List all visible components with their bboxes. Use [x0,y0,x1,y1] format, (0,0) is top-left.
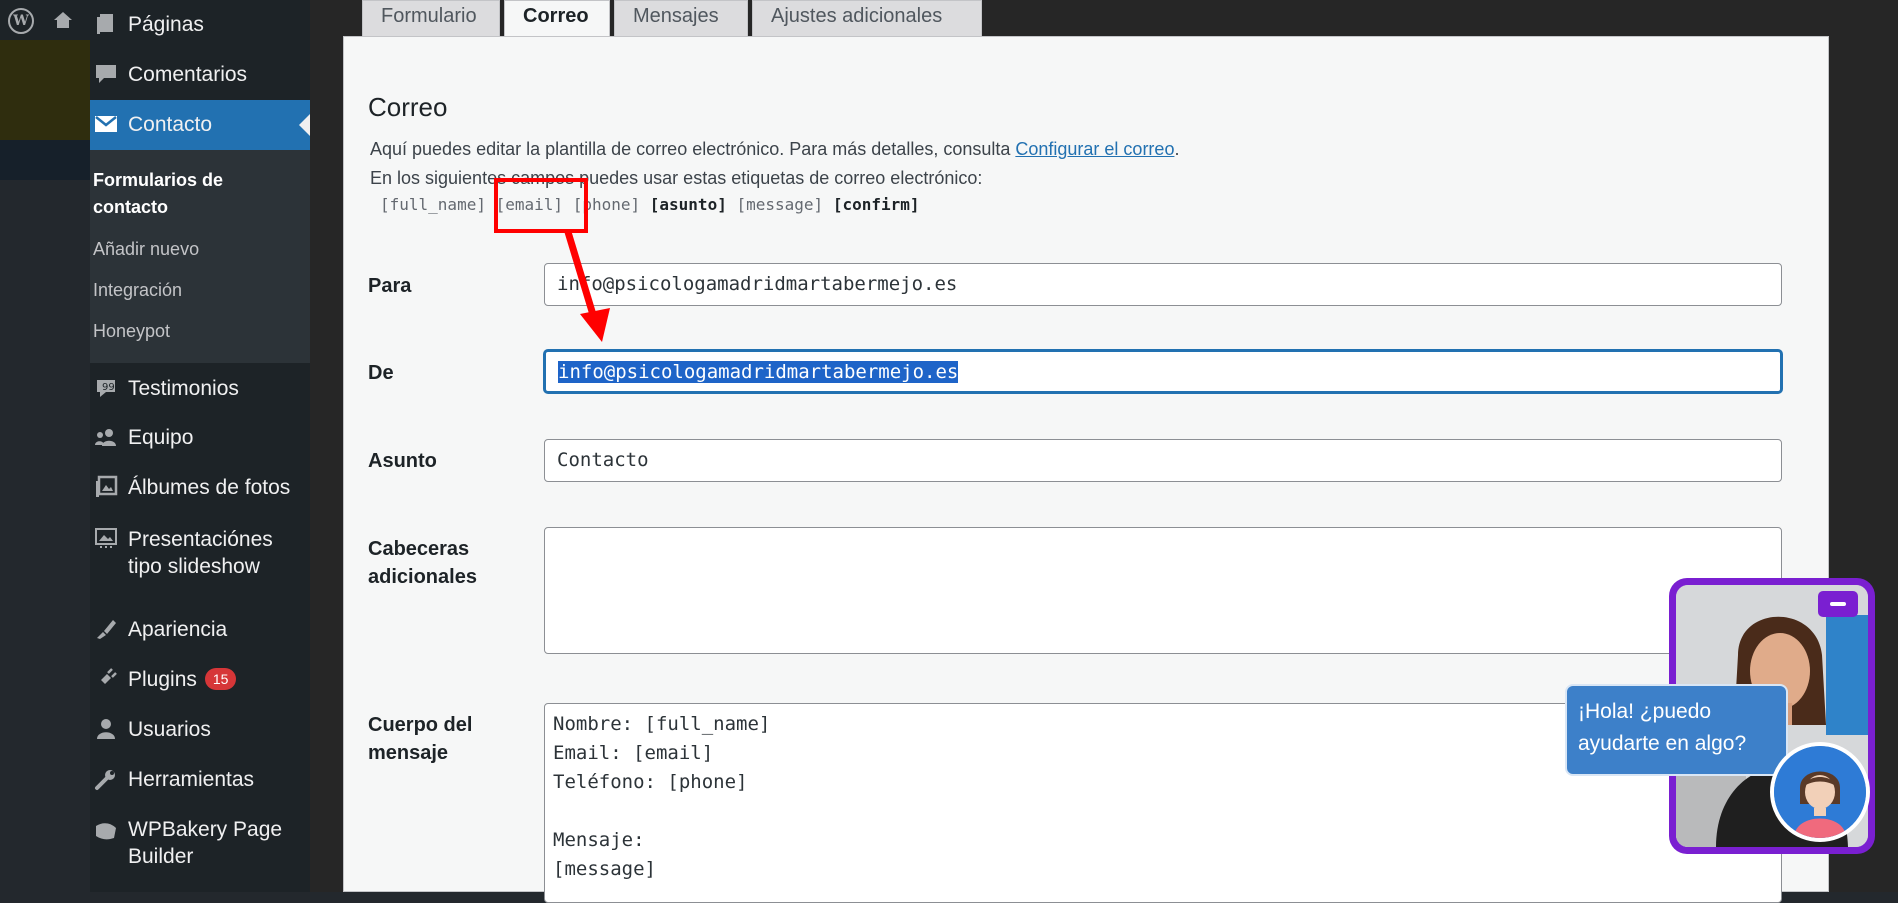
sidebar-item-contacto[interactable]: Contacto [90,100,310,150]
submenu-label: Formularios de [93,170,224,190]
slideshow-icon [95,528,117,548]
label-line: Cuerpo del [368,714,473,736]
submenu-label: contacto [93,197,169,217]
tab-ajustes-adicionales[interactable]: Ajustes adicionales (1) [752,0,982,57]
panel-title: Correo [368,92,448,122]
sidebar-item-label: Usuarios [128,718,211,741]
tag-confirm: [confirm] [832,195,920,214]
sidebar-item-plugins[interactable]: Plugins 15 [90,655,310,705]
label-line: mensaje [368,742,449,764]
svg-text:99: 99 [102,382,115,393]
submenu-integracion[interactable]: Integración [93,277,182,304]
sidebar-item-testimonios[interactable]: 99 Testimonios [90,364,310,414]
para-input[interactable]: info@psicologamadridmartabermejo.es [544,263,1782,306]
home-icon[interactable] [52,10,74,30]
submenu-anadir-nuevo[interactable]: Añadir nuevo [93,236,199,263]
sidebar-item-label: Páginas [128,13,204,36]
sidebar-item-wpbakery[interactable]: WPBakery Page Builder [90,810,310,880]
wordpress-logo-icon[interactable]: W [8,8,34,34]
mail-icon [95,116,117,132]
tab-mensajes[interactable]: Mensajes [614,0,748,38]
de-label: De [368,362,394,384]
cabeceras-label: Cabeceras adicionales [368,535,477,591]
tag-message: [message] [736,195,824,214]
configurar-correo-link[interactable]: Configurar el correo [1015,139,1174,159]
sidebar-item-label: Equipo [128,426,194,449]
label-line: Cabeceras [368,538,470,560]
asunto-label: Asunto [368,450,437,472]
sidebar-item-equipo[interactable]: Equipo [90,413,310,463]
sidebar-item-label: Testimonios [128,377,239,400]
sidebar-item-label: WPBakery Page Builder [128,816,282,870]
description-text: Aquí puedes editar la plantilla de corre… [370,139,1016,159]
sidebar-item-label: Presentaciónes tipo slideshow [128,526,273,580]
label-line: Presentaciónes [128,528,273,551]
sidebar-item-apariencia[interactable]: Apariencia [90,605,310,655]
mail-tags: [full_name] [email] [phone] [asunto] [me… [380,195,920,214]
chat-greeting-bubble[interactable]: ¡Hola! ¿puedo ayudarte en algo? [1565,684,1788,776]
tag-asunto: [asunto] [649,195,727,214]
sidebar-item-herramientas[interactable]: Herramientas [90,755,310,805]
de-input[interactable]: info@psicologamadridmartabermejo.es [544,350,1782,393]
wrench-icon [95,770,115,790]
minimize-button[interactable] [1818,591,1858,617]
sidebar-item-label: Comentarios [128,63,248,86]
sidebar-item-paginas[interactable]: Páginas [90,0,310,50]
tag-full-name: [full_name] [380,195,486,214]
comments-icon [96,65,116,83]
tab-correo[interactable]: Correo [504,0,610,39]
pages-icon [97,14,113,34]
admin-sidebar: Páginas Comentarios Contacto Formularios… [90,0,310,892]
wpbakery-icon [96,823,116,840]
plugin-icon [98,668,117,687]
photo-album-icon [96,475,118,497]
contacto-submenu: Formularios de contacto Añadir nuevo Int… [90,150,310,363]
description-text: . [1174,139,1180,159]
cabeceras-textarea[interactable] [544,527,1782,654]
mail-tags-intro: En los siguientes campos puedes usar est… [370,168,983,188]
sidebar-item-label: Álbumes de fotos [128,476,291,499]
submenu-formularios[interactable]: Formularios de contacto [93,167,223,221]
label-line: WPBakery Page [128,818,283,841]
selected-text: info@psicologamadridmartabermejo.es [558,361,959,383]
brush-icon [97,620,116,639]
quote-icon: 99 [97,380,115,397]
sidebar-item-label: Apariencia [128,618,228,641]
submenu-honeypot[interactable]: Honeypot [93,318,170,345]
sidebar-item-label: Plugins 15 [128,667,237,693]
team-icon [95,429,116,446]
update-count-badge: 15 [204,668,237,690]
label-line: Builder [128,845,194,868]
sidebar-item-albumes[interactable]: Álbumes de fotos [90,463,310,513]
label-line: adicionales [368,566,477,588]
sidebar-item-comentarios[interactable]: Comentarios [90,50,310,100]
label-line: tipo slideshow [128,555,260,578]
asunto-input[interactable]: Contacto [544,439,1782,482]
cuerpo-label: Cuerpo del mensaje [368,711,472,767]
sidebar-item-presentaciones[interactable]: Presentaciónes tipo slideshow [90,520,310,600]
plugins-label: Plugins [128,668,197,691]
sidebar-item-usuarios[interactable]: Usuarios [90,705,310,755]
tab-formulario[interactable]: Formulario [362,0,500,38]
user-icon [97,719,115,739]
annotation-highlight-box [494,178,588,233]
para-label: Para [368,275,412,297]
sidebar-item-label: Contacto [128,113,213,136]
chatbot-avatar-icon[interactable] [1770,742,1870,842]
annotation-arrow-icon [564,230,610,342]
sidebar-item-label: Herramientas [128,768,255,791]
mail-description: Aquí puedes editar la plantilla de corre… [370,139,1179,160]
